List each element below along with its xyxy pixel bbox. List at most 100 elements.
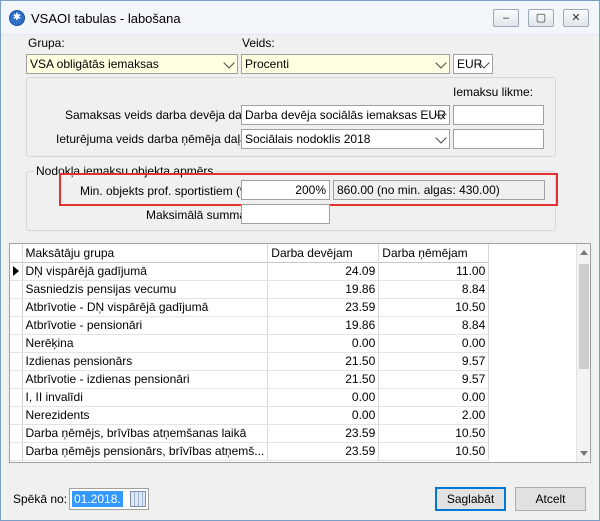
app-icon: ✱ bbox=[9, 10, 25, 26]
grupa-select[interactable]: VSA obligātās iemaksas bbox=[26, 54, 238, 74]
row-indicator bbox=[10, 424, 23, 443]
date-input[interactable]: 01.2018. bbox=[69, 488, 149, 510]
save-button[interactable]: Saglabāt bbox=[435, 487, 506, 511]
chevron-down-icon bbox=[435, 132, 447, 144]
nemejam-likme-input[interactable] bbox=[453, 129, 544, 149]
window-title: VSAOI tabulas - labošana bbox=[31, 11, 181, 26]
row-indicator bbox=[10, 262, 23, 281]
cell-group[interactable]: Atbrīvotie - pensionāri bbox=[22, 316, 269, 335]
dialog-window: ✱ VSAOI tabulas - labošana – ▢ ✕ Grupa: … bbox=[0, 0, 600, 521]
cell-devejam[interactable]: 19.86 bbox=[267, 316, 380, 335]
maximize-button[interactable]: ▢ bbox=[528, 9, 554, 27]
col-header-nemejam[interactable]: Darba ņēmējam bbox=[378, 244, 490, 263]
table-row[interactable]: Nerēķina 0.00 0.00 bbox=[10, 334, 490, 353]
cell-group[interactable]: Izdienas pensionārs bbox=[22, 352, 269, 371]
currency-select[interactable]: EUR bbox=[453, 54, 493, 74]
cell-group[interactable]: Atbrīvotie - izdienas pensionāri bbox=[22, 370, 269, 389]
table-row[interactable]: DŅ vispārējā gadījumā 24.09 11.00 bbox=[10, 262, 490, 281]
ieturejuma-select[interactable]: Sociālais nodoklis 2018 bbox=[241, 129, 450, 149]
cell-devejam[interactable]: 21.50 bbox=[267, 370, 380, 389]
row-indicator bbox=[10, 280, 23, 299]
scroll-down-icon[interactable] bbox=[580, 451, 588, 456]
cancel-button[interactable]: Atcelt bbox=[515, 487, 586, 511]
cell-group[interactable]: Darba ņēmējs pensionārs, brīvības atņemš… bbox=[22, 442, 269, 461]
minimize-button[interactable]: – bbox=[493, 9, 519, 27]
grupa-value: VSA obligātās iemaksas bbox=[30, 57, 159, 71]
grid-header-row: Maksātāju grupa Darba devējam Darba ņēmē… bbox=[10, 244, 490, 263]
scroll-up-icon[interactable] bbox=[580, 250, 588, 255]
date-value: 01.2018. bbox=[72, 491, 123, 507]
cell-group[interactable]: DŅ vispārējā gadījumā bbox=[22, 262, 269, 281]
cell-group[interactable]: Sasniedzis pensijas vecumu bbox=[22, 280, 269, 299]
veids-label: Veids: bbox=[242, 36, 275, 50]
table-row[interactable]: Darba ņēmējs pensionārs, brīvības atņemš… bbox=[10, 442, 490, 461]
title-bar: ✱ VSAOI tabulas - labošana – ▢ ✕ bbox=[1, 1, 599, 35]
cell-devejam[interactable]: 23.59 bbox=[267, 298, 380, 317]
row-indicator bbox=[10, 352, 23, 371]
row-indicator bbox=[10, 442, 23, 461]
cell-group[interactable]: Nerezidents bbox=[22, 406, 269, 425]
samaksas-select[interactable]: Darba devēja sociālās iemaksas EUR bbox=[241, 105, 450, 125]
table-row[interactable]: Izdienas pensionārs 21.50 9.57 bbox=[10, 352, 490, 371]
scroll-thumb[interactable] bbox=[579, 264, 589, 369]
cell-devejam[interactable]: 0.00 bbox=[267, 388, 380, 407]
cell-nemejam[interactable]: 10.50 bbox=[378, 298, 490, 317]
table-row[interactable]: Atbrīvotie - DŅ vispārējā gadījumā 23.59 1… bbox=[10, 298, 490, 317]
table-row[interactable]: Sasniedzis pensijas vecumu 19.86 8.84 bbox=[10, 280, 490, 299]
highlight-box bbox=[59, 173, 558, 206]
row-indicator bbox=[10, 388, 23, 407]
current-row-icon bbox=[13, 266, 19, 276]
col-header-group[interactable]: Maksātāju grupa bbox=[22, 244, 269, 263]
rates-table: Maksātāju grupa Darba devējam Darba ņēmē… bbox=[10, 244, 490, 461]
grupa-label: Grupa: bbox=[28, 36, 65, 50]
cell-nemejam[interactable]: 8.84 bbox=[378, 280, 490, 299]
cell-group[interactable]: Atbrīvotie - DŅ vispārējā gadījumā bbox=[22, 298, 269, 317]
ieturejuma-value: Sociālais nodoklis 2018 bbox=[245, 132, 371, 146]
cell-group[interactable]: Nerēķina bbox=[22, 334, 269, 353]
veids-value: Procenti bbox=[245, 57, 290, 71]
cell-nemejam[interactable]: 2.00 bbox=[378, 406, 490, 425]
cell-devejam[interactable]: 0.00 bbox=[267, 334, 380, 353]
devejam-likme-input[interactable] bbox=[453, 105, 544, 125]
table-row[interactable]: Atbrīvotie - pensionāri 19.86 8.84 bbox=[10, 316, 490, 335]
row-indicator bbox=[10, 334, 23, 353]
cell-devejam[interactable]: 0.00 bbox=[267, 406, 380, 425]
samaksas-value: Darba devēja sociālās iemaksas EUR bbox=[245, 108, 446, 122]
calendar-icon[interactable] bbox=[130, 491, 146, 507]
cell-devejam[interactable]: 23.59 bbox=[267, 424, 380, 443]
samaksas-label: Samaksas veids darba devēja daļai: bbox=[65, 108, 258, 122]
cell-devejam[interactable]: 19.86 bbox=[267, 280, 380, 299]
cell-nemejam[interactable]: 8.84 bbox=[378, 316, 490, 335]
table-row[interactable]: Atbrīvotie - izdienas pensionāri 21.50 9.5… bbox=[10, 370, 490, 389]
cell-nemejam[interactable]: 10.50 bbox=[378, 442, 490, 461]
table-row[interactable]: Darba ņēmējs, brīvības atņemšanas laikā 2… bbox=[10, 424, 490, 443]
cell-group[interactable]: Darba ņēmējs, brīvības atņemšanas laikā bbox=[22, 424, 269, 443]
row-indicator bbox=[10, 298, 23, 317]
cell-devejam[interactable]: 24.09 bbox=[267, 262, 380, 281]
grid-corner bbox=[10, 244, 23, 263]
speka-label: Spēkā no: bbox=[13, 492, 68, 506]
cell-group[interactable]: I, II invalīdi bbox=[22, 388, 269, 407]
close-button[interactable]: ✕ bbox=[563, 9, 589, 27]
table-row[interactable]: I, II invalīdi 0.00 0.00 bbox=[10, 388, 490, 407]
cell-nemejam[interactable]: 11.00 bbox=[378, 262, 490, 281]
cell-nemejam[interactable]: 9.57 bbox=[378, 370, 490, 389]
chevron-down-icon bbox=[223, 57, 235, 69]
col-header-devejam[interactable]: Darba devējam bbox=[267, 244, 380, 263]
max-summa-label: Maksimālā summa: bbox=[146, 208, 250, 222]
cell-nemejam[interactable]: 0.00 bbox=[378, 334, 490, 353]
cell-nemejam[interactable]: 9.57 bbox=[378, 352, 490, 371]
veids-select[interactable]: Procenti bbox=[241, 54, 450, 74]
ieturejuma-label: Ieturējuma veids darba ņēmēja daļai: bbox=[56, 132, 253, 146]
likme-label: Iemaksu likme: bbox=[453, 85, 534, 99]
cell-devejam[interactable]: 23.59 bbox=[267, 442, 380, 461]
row-indicator bbox=[10, 316, 23, 335]
cell-devejam[interactable]: 21.50 bbox=[267, 352, 380, 371]
row-indicator bbox=[10, 406, 23, 425]
row-indicator bbox=[10, 370, 23, 389]
cell-nemejam[interactable]: 0.00 bbox=[378, 388, 490, 407]
grid-scrollbar[interactable] bbox=[576, 244, 590, 462]
max-summa-input[interactable] bbox=[241, 204, 330, 224]
cell-nemejam[interactable]: 10.50 bbox=[378, 424, 490, 443]
table-row[interactable]: Nerezidents 0.00 2.00 bbox=[10, 406, 490, 425]
